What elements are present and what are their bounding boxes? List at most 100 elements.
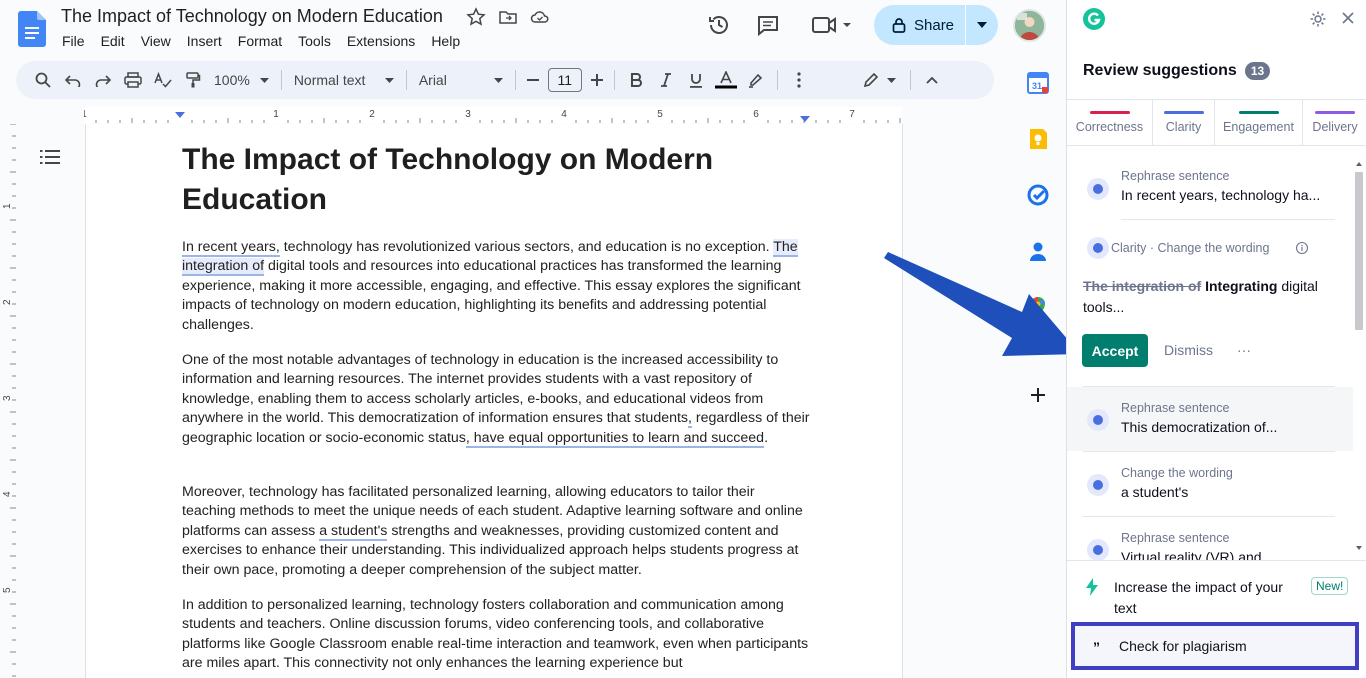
lightning-bolt-icon — [1085, 578, 1099, 596]
accept-button[interactable]: Accept — [1082, 334, 1148, 367]
grammarly-panel: Review suggestions 13 Correctness Clarit… — [1066, 0, 1366, 678]
move-folder-icon[interactable] — [498, 7, 518, 27]
tasks-icon[interactable] — [1027, 184, 1049, 206]
dismiss-button[interactable]: Dismiss — [1164, 342, 1213, 358]
suggestion-dot-icon — [1087, 178, 1109, 200]
docs-logo-icon[interactable] — [18, 11, 48, 47]
zoom-select[interactable]: 100% — [208, 66, 275, 94]
share-button[interactable]: Share — [874, 5, 998, 45]
paragraph-text: In addition to personalized learning, te… — [182, 597, 809, 672]
new-badge: New! — [1311, 577, 1349, 595]
suggestion-underline[interactable]: , have equal opportunities to learn and … — [465, 429, 765, 448]
vruler-number: 4 — [2, 491, 13, 497]
keep-icon[interactable] — [1027, 128, 1049, 150]
menu-insert[interactable]: Insert — [179, 31, 230, 51]
check-plagiarism-button[interactable]: ” Check for plagiarism — [1071, 622, 1359, 670]
document-outline-icon[interactable] — [40, 148, 62, 166]
suggestion-kind: Clarity · Change the wording — [1111, 241, 1270, 255]
text-color-icon[interactable] — [711, 66, 741, 94]
toolbar-divider — [280, 70, 282, 90]
suggestion-underline[interactable]: In recent years, — [182, 239, 280, 257]
menu-help[interactable]: Help — [423, 31, 468, 51]
add-app-plus-icon[interactable] — [1027, 384, 1049, 406]
toolbar-divider — [405, 70, 407, 90]
suggestion-new-text: Integrating — [1205, 278, 1278, 294]
suggestion-kind: Rephrase sentence — [1121, 401, 1230, 415]
info-icon[interactable] — [1295, 241, 1309, 255]
ruler-number: 5 — [657, 109, 663, 120]
hide-menus-chevron-up-icon[interactable] — [917, 66, 947, 94]
share-main[interactable]: Share — [874, 5, 965, 45]
panel-title: Review suggestions — [1083, 62, 1237, 79]
paragraph-1[interactable]: In recent years, technology has revoluti… — [182, 238, 812, 335]
ruler-number: 3 — [465, 109, 471, 120]
comments-icon[interactable] — [755, 12, 781, 38]
correctness-bar — [1089, 111, 1130, 114]
menu-file[interactable]: File — [54, 31, 93, 51]
suggestion-count-badge: 13 — [1244, 62, 1271, 80]
highlight-color-icon[interactable] — [741, 66, 771, 94]
undo-icon[interactable] — [58, 66, 88, 94]
lock-icon — [892, 17, 906, 33]
category-tabs: Correctness Clarity Engagement Delivery — [1067, 99, 1366, 146]
style-value: Normal text — [293, 72, 366, 88]
font-select[interactable]: Arial — [413, 66, 509, 94]
paragraph-4[interactable]: In addition to personalized learning, te… — [182, 596, 812, 674]
menu-view[interactable]: View — [133, 31, 179, 51]
print-icon[interactable] — [118, 66, 148, 94]
suggestion-underline[interactable]: a student's — [319, 522, 388, 541]
tab-label: Clarity — [1165, 120, 1202, 134]
calendar-icon[interactable]: 31 — [1027, 72, 1049, 94]
suggestion-card[interactable]: Change the wording a student's — [1083, 452, 1335, 516]
star-icon[interactable] — [466, 7, 486, 27]
menu-extensions[interactable]: Extensions — [339, 31, 423, 51]
paragraph-text: digital tools and resources into educati… — [182, 258, 801, 333]
avatar[interactable] — [1013, 9, 1046, 42]
cloud-saved-icon[interactable] — [530, 7, 550, 27]
paint-format-icon[interactable] — [178, 66, 208, 94]
paragraph-2[interactable]: One of the most notable advantages of te… — [182, 351, 812, 448]
suggestion-kind: Change the wording — [1121, 466, 1233, 480]
close-icon[interactable] — [1341, 11, 1355, 25]
toolbar-divider — [514, 70, 516, 90]
more-options-button[interactable]: ··· — [1237, 342, 1251, 358]
tab-delivery[interactable]: Delivery — [1303, 100, 1366, 145]
increase-font-size-icon[interactable] — [586, 66, 608, 94]
italic-icon[interactable] — [651, 66, 681, 94]
tab-engagement[interactable]: Engagement — [1215, 100, 1303, 145]
share-dropdown-chevron-icon[interactable] — [966, 22, 998, 28]
toolbar-divider — [613, 70, 615, 90]
bold-icon[interactable] — [621, 66, 651, 94]
quote-icon: ” — [1093, 639, 1100, 655]
increase-impact-prompt[interactable]: Increase the impact of your text — [1114, 577, 1294, 619]
menu-tools[interactable]: Tools — [290, 31, 339, 51]
scrollbar-thumb[interactable] — [1355, 172, 1363, 330]
settings-gear-icon[interactable] — [1309, 10, 1327, 28]
paragraph-3[interactable]: Moreover, technology has facilitated per… — [182, 483, 812, 580]
document-page[interactable]: The Impact of Technology on Modern Educa… — [85, 124, 903, 678]
tab-correctness[interactable]: Correctness — [1067, 100, 1153, 145]
suggestion-text: In recent years, technology ha... — [1121, 187, 1321, 203]
redo-icon[interactable] — [88, 66, 118, 94]
font-size-input[interactable]: 11 — [547, 68, 582, 92]
grammarly-logo-icon — [1083, 8, 1105, 30]
meet-icon[interactable] — [810, 12, 854, 38]
version-history-icon[interactable] — [706, 12, 732, 38]
vertical-ruler[interactable]: 1 2 3 4 5 — [0, 124, 16, 678]
tab-clarity[interactable]: Clarity — [1153, 100, 1215, 145]
menu-edit[interactable]: Edit — [93, 31, 133, 51]
paragraph-style-select[interactable]: Normal text — [288, 66, 400, 94]
horizontal-ruler[interactable]: 1 1 2 3 4 5 6 7 — [84, 107, 902, 123]
document-title[interactable]: The Impact of Technology on Modern Educa… — [61, 6, 443, 27]
decrease-font-size-icon[interactable] — [522, 66, 544, 94]
menu-format[interactable]: Format — [230, 31, 290, 51]
editing-mode-select[interactable] — [856, 66, 904, 94]
editing-mode-chevron-icon — [887, 77, 897, 83]
underline-icon[interactable] — [681, 66, 711, 94]
suggestion-card[interactable]: Rephrase sentence Virtual reality (VR) a… — [1083, 517, 1335, 560]
spellcheck-icon[interactable] — [148, 66, 178, 94]
suggestion-card[interactable]: Rephrase sentence This democratization o… — [1067, 387, 1353, 451]
suggestion-card[interactable]: Rephrase sentence In recent years, techn… — [1083, 158, 1335, 220]
search-menus-icon[interactable] — [28, 66, 58, 94]
more-options-icon[interactable] — [784, 66, 814, 94]
